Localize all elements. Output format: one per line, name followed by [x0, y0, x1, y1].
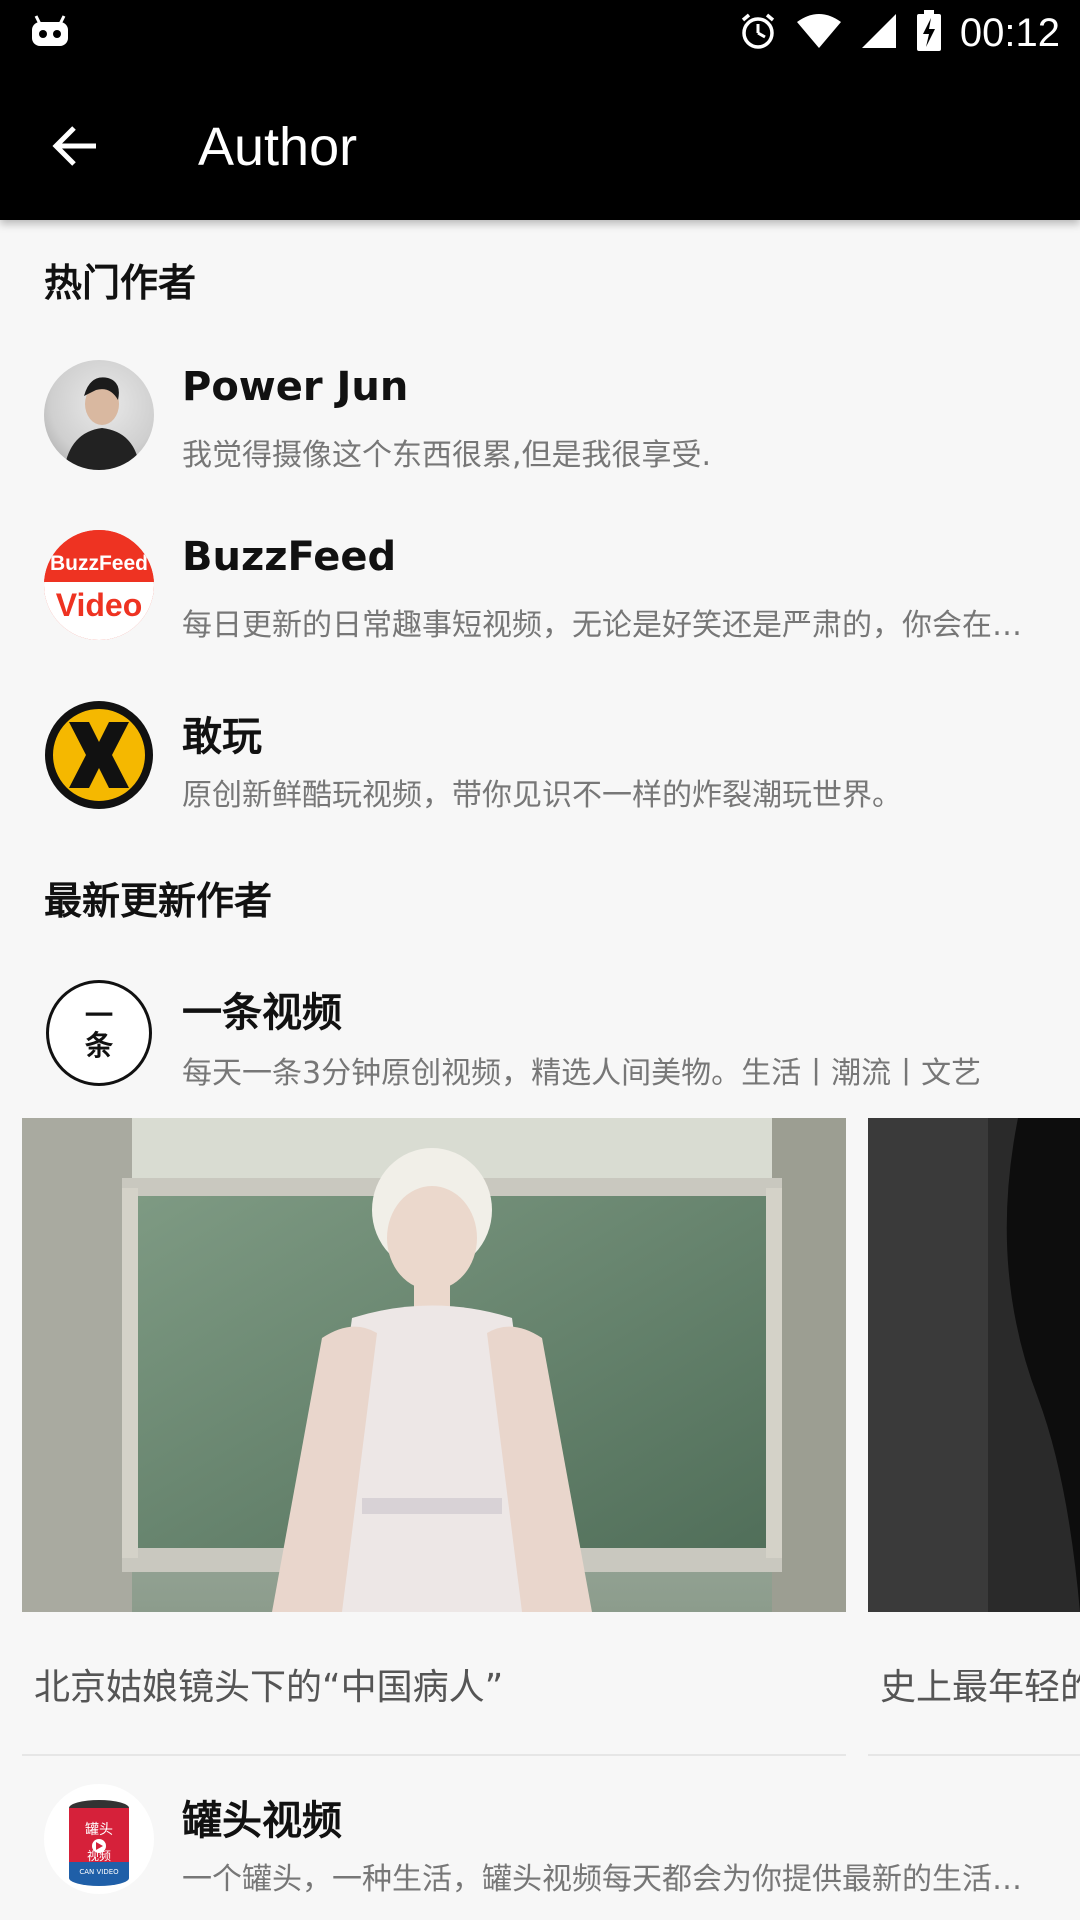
yitiao-logo-top: 一	[84, 999, 113, 1032]
author-description: 一个罐头，一种生活，罐头视频每天都会为你提供最新的生活方式	[182, 1862, 1032, 1897]
author-row-guantou[interactable]: 罐头 视频 CAN VIDEO 罐头视频 一个罐头，一种生活，罐头视频每天都会为…	[0, 1768, 1080, 1918]
toolbar: Author	[0, 66, 1080, 220]
author-description: 我觉得摄像这个东西很累,但是我很享受.	[182, 438, 712, 473]
guantou-logo-mid: 视频	[87, 1848, 111, 1863]
author-name: 一条视频	[182, 990, 342, 1036]
buzzfeed-logo-top: BuzzFeed	[50, 552, 148, 575]
video-caption: 史上最年轻的	[880, 1667, 1080, 1708]
author-name: 罐头视频	[182, 1798, 342, 1844]
video-thumbnail	[22, 1118, 846, 1612]
author-description: 原创新鲜酷玩视频，带你见识不一样的炸裂潮玩世界。	[182, 778, 902, 813]
author-name: 敢玩	[182, 714, 262, 760]
author-row-buzzfeed[interactable]: BuzzFeed Video BuzzFeed 每日更新的日常趣事短视频，无论是…	[0, 516, 1080, 666]
status-bar: 00:12	[0, 0, 1080, 66]
video-card[interactable]: 北京姑娘镜头下的“中国病人”	[22, 1118, 846, 1758]
status-icons: 00:12	[738, 8, 1060, 58]
author-row-ganwan[interactable]: 敢玩 原创新鲜酷玩视频，带你见识不一样的炸裂潮玩世界。	[0, 686, 1080, 836]
video-caption: 北京姑娘镜头下的“中国病人”	[34, 1667, 504, 1708]
author-name: BuzzFeed	[182, 534, 397, 580]
author-row-power-jun[interactable]: Power Jun 我觉得摄像这个东西很累,但是我很享受.	[0, 346, 1080, 496]
wifi-icon	[796, 12, 842, 54]
yitiao-logo: 一 条	[46, 980, 152, 1086]
buzzfeed-logo-bottom: Video	[56, 587, 143, 623]
author-description: 每日更新的日常趣事短视频，无论是好笑还是严肃的，你会在这里找到最棒的视频	[182, 608, 1032, 643]
divider	[868, 1754, 1080, 1756]
ganwan-logo	[44, 700, 154, 810]
signal-icon	[860, 12, 898, 54]
guantou-logo-bottom: CAN VIDEO	[79, 1868, 119, 1876]
video-card[interactable]: 史上最年轻的	[868, 1118, 1080, 1758]
video-thumbnail	[868, 1118, 1080, 1612]
author-row-yitiao[interactable]: 一 条 一条视频 每天一条3分钟原创视频，精选人间美物。生活丨潮流丨文艺	[0, 958, 1080, 1108]
yitiao-logo-bottom: 条	[84, 1029, 113, 1062]
guantou-logo-top: 罐头	[85, 1822, 113, 1838]
arrow-back-icon[interactable]	[46, 116, 106, 176]
divider	[22, 1754, 846, 1756]
author-name: Power Jun	[182, 364, 409, 410]
buzzfeed-video-logo: BuzzFeed Video	[44, 530, 154, 640]
guantou-logo: 罐头 视频 CAN VIDEO	[44, 1784, 154, 1894]
battery-charging-icon	[916, 10, 942, 56]
section-title-latest: 最新更新作者	[44, 879, 273, 923]
author-description: 每天一条3分钟原创视频，精选人间美物。生活丨潮流丨文艺	[182, 1056, 982, 1091]
page-title: Author	[198, 117, 358, 177]
clock-time: 00:12	[959, 10, 1060, 55]
section-title-popular: 热门作者	[44, 261, 197, 305]
alarm-icon	[738, 11, 778, 55]
avatar	[44, 360, 154, 470]
android-debug-icon	[28, 14, 72, 54]
